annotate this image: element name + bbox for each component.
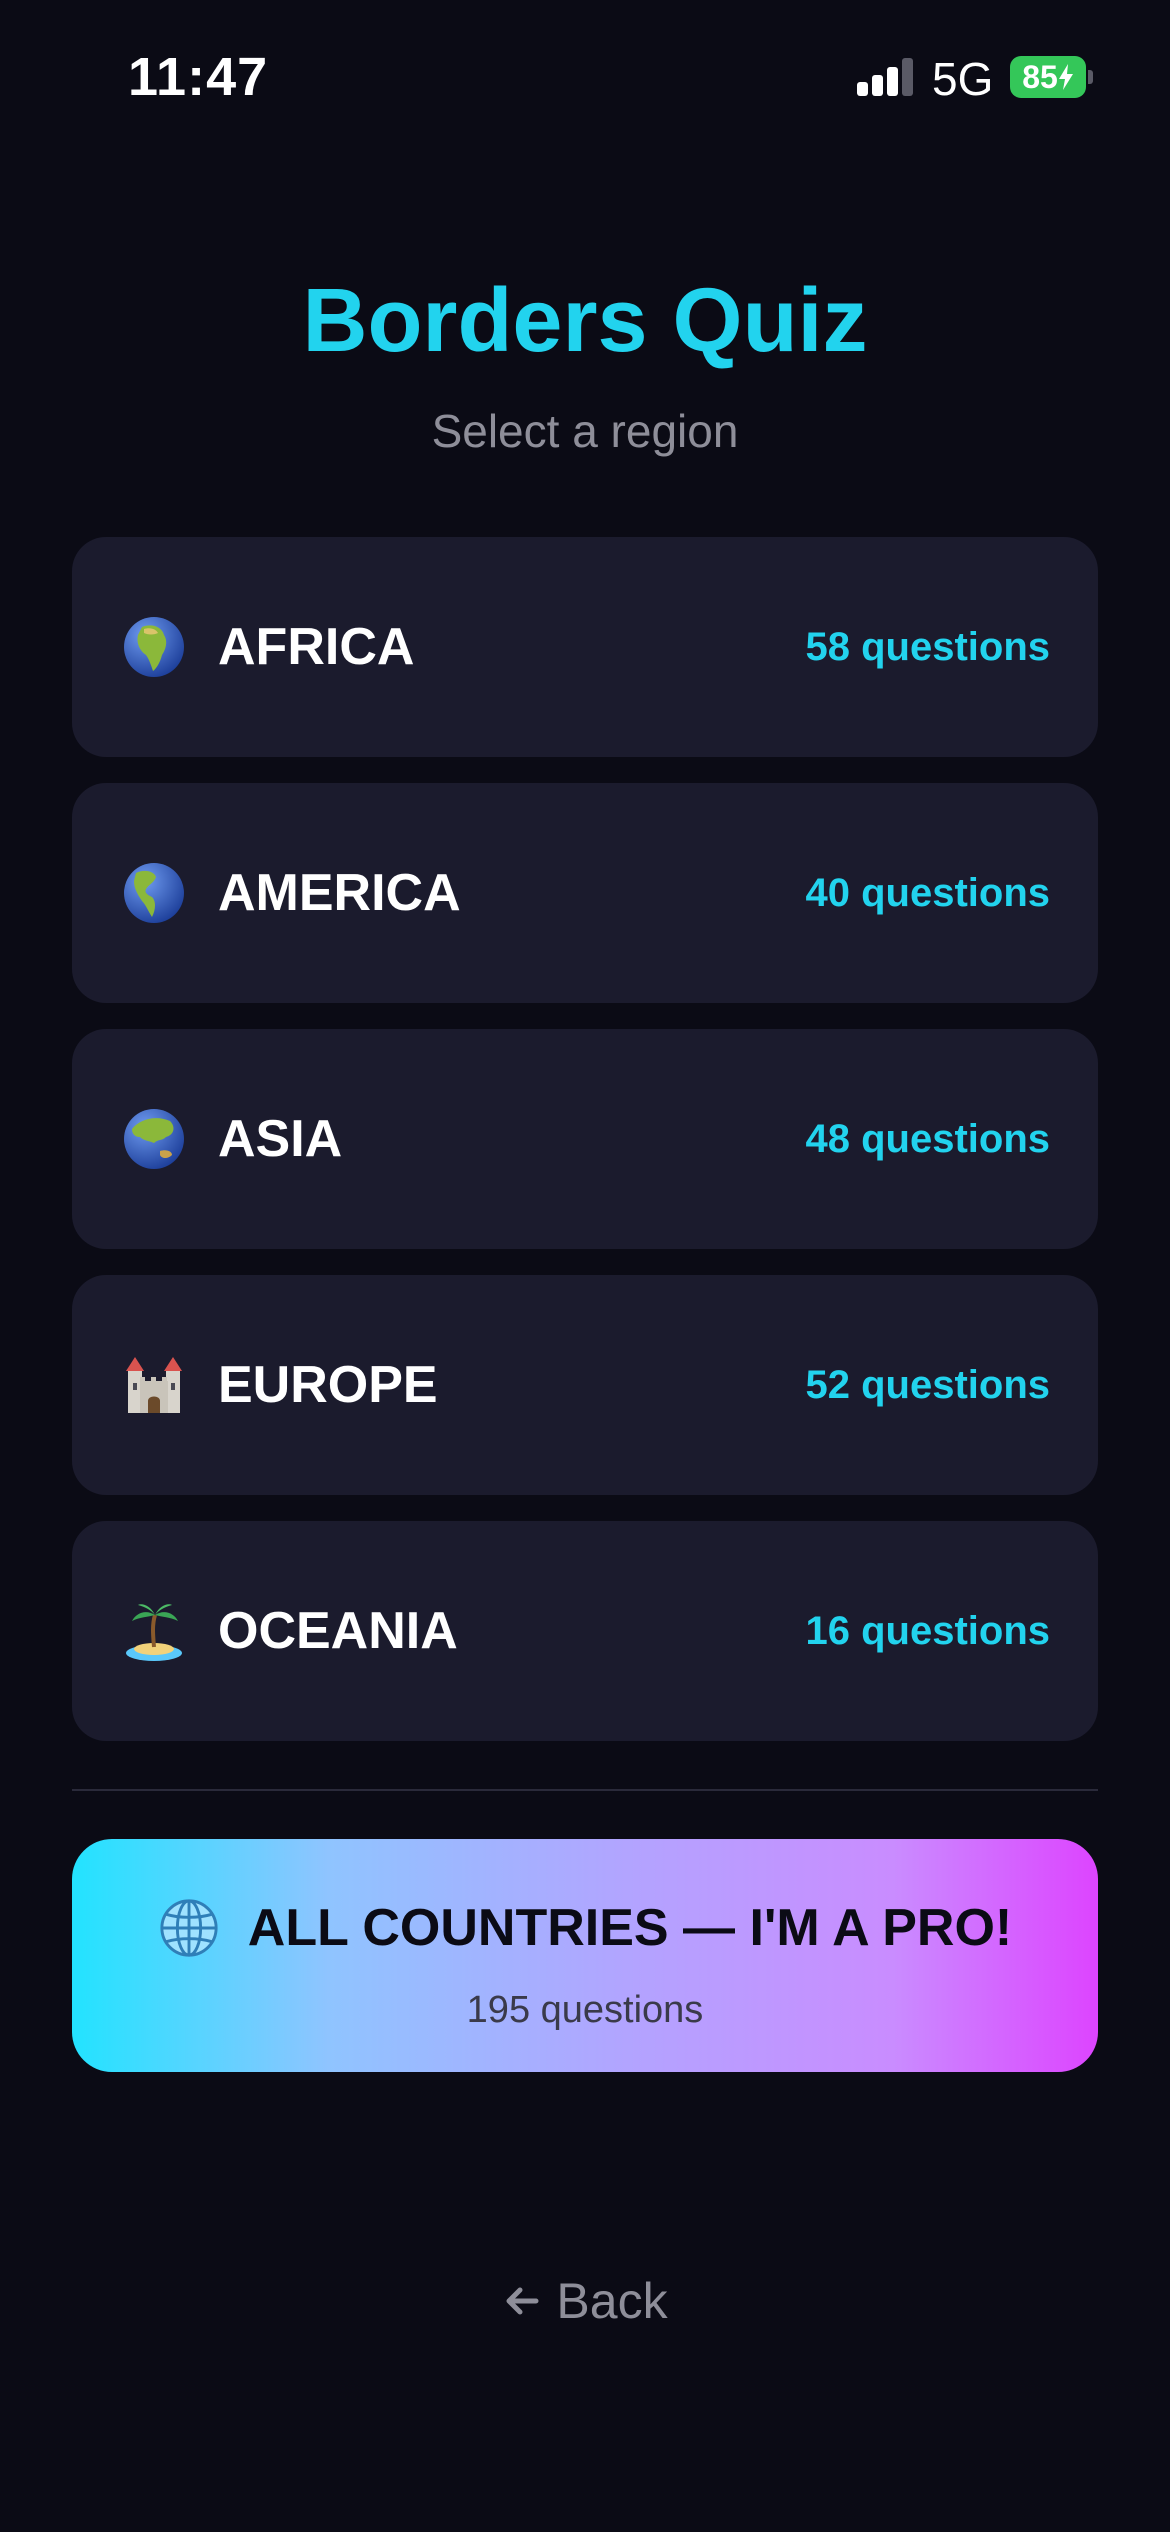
all-countries-row: ALL COUNTRIES — I'M A PRO! <box>72 1897 1098 1959</box>
quiz-screen: 11:47 5G 85 Borders Quiz Select a region… <box>0 0 1170 2532</box>
region-question-count: 58 questions <box>805 624 1050 669</box>
arrow-left-icon <box>506 2287 539 2315</box>
page-title: Borders Quiz <box>302 271 868 371</box>
signal-icon <box>857 58 913 96</box>
charging-bolt-icon <box>1058 64 1073 90</box>
region-name: OCEANIA <box>218 1602 458 1660</box>
region-card-europe[interactable]: EUROPE 52 questions <box>72 1275 1098 1495</box>
all-countries-question-count: 195 questions <box>466 1989 704 2031</box>
all-countries-label: ALL COUNTRIES — I'M A PRO! <box>247 1899 1013 1957</box>
island-icon <box>126 1604 182 1661</box>
network-type: 5G <box>932 53 994 105</box>
region-name: ASIA <box>218 1110 343 1168</box>
battery-cap <box>1088 70 1093 84</box>
globe-asia-icon <box>124 1109 184 1169</box>
region-card-america[interactable]: AMERICA 40 questions <box>72 783 1098 1003</box>
all-countries-button[interactable]: ALL COUNTRIES — I'M A PRO! 195 questions <box>72 1839 1098 2072</box>
region-card-asia[interactable]: ASIA 48 questions <box>72 1029 1098 1249</box>
region-question-count: 40 questions <box>805 870 1050 915</box>
region-question-count: 16 questions <box>805 1608 1050 1653</box>
status-bar: 11:47 5G 85 <box>0 0 1170 150</box>
castle-icon <box>126 1357 182 1413</box>
battery-level: 85 <box>1022 58 1058 95</box>
status-time: 11:47 <box>128 47 269 107</box>
battery-icon: 85 <box>1010 56 1086 98</box>
region-question-count: 48 questions <box>805 1116 1050 1161</box>
globe-africa-icon <box>124 617 184 677</box>
region-card-oceania[interactable]: OCEANIA 16 questions <box>72 1521 1098 1741</box>
region-question-count: 52 questions <box>805 1362 1050 1407</box>
region-name: AMERICA <box>218 864 461 922</box>
globe-americas-icon <box>124 863 184 923</box>
globe-meridians-icon <box>160 1899 218 1957</box>
region-list: AFRICA 58 questions AMERICA 40 questions… <box>72 537 1098 1767</box>
region-name: EUROPE <box>218 1356 438 1414</box>
divider <box>72 1789 1098 1791</box>
region-name: AFRICA <box>218 618 415 676</box>
region-card-africa[interactable]: AFRICA 58 questions <box>72 537 1098 757</box>
back-button[interactable]: Back <box>0 2272 1170 2330</box>
back-label: Back <box>556 2273 668 2329</box>
page-subtitle: Select a region <box>431 405 739 457</box>
